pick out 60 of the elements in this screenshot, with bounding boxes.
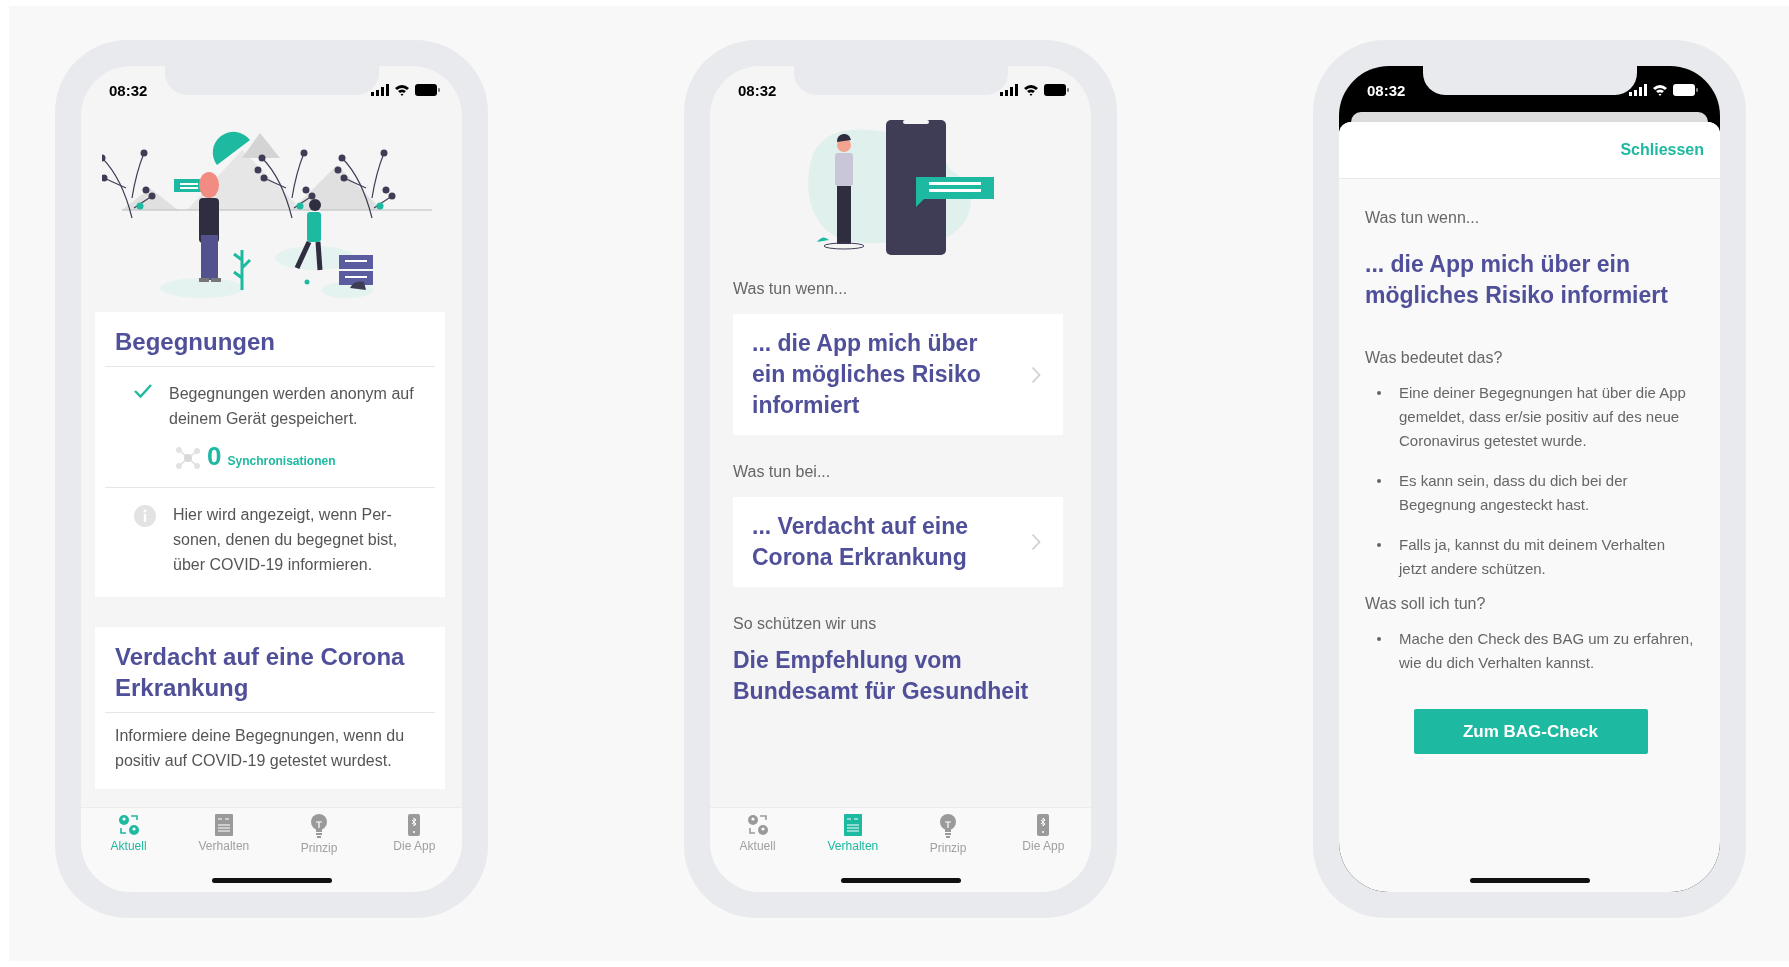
card-title: Verdacht auf eine Corona Erkrankung (114, 642, 406, 703)
bullet-icon (1377, 543, 1381, 547)
network-icon (175, 445, 201, 470)
bullet-text: Es kann sein, dass du dich bei der Begegnung angesteckt hast. (1399, 471, 1629, 515)
battery-icon (415, 84, 440, 96)
wifi-icon (1652, 84, 1668, 96)
chevron-icon (1031, 365, 1041, 384)
topic-card[interactable]: ... Verdacht auf eine Corona Erkrankung (733, 497, 1063, 587)
signal-icon (1629, 84, 1647, 96)
tab[interactable]: Die App (995, 814, 1091, 855)
tab[interactable]: Prinzip (900, 814, 996, 855)
checklist-icon (214, 814, 233, 836)
tab[interactable]: Verhalten (805, 814, 901, 855)
close-link[interactable]: Schliessen (1620, 141, 1704, 159)
status-text: Begegnungen werden anonym auf deinem Gerät gespeichert. (169, 384, 415, 429)
lightbulb-icon (939, 814, 958, 838)
people-swap-icon (117, 814, 140, 836)
tab[interactable]: Aktuell (81, 814, 177, 855)
bullet-text: Mache den Check des BAG um zu erfahren, wie du dich Verhalten kannst. (1399, 629, 1695, 673)
wifi-icon (394, 84, 410, 96)
info-text: Hier wird angezeigt, wenn Per-sonen, denen du begegnet bist, über COVID-19 informieren. (173, 505, 399, 575)
wifi-icon (1023, 84, 1039, 96)
clock-time: 08:32 (109, 81, 148, 99)
people-swap-icon (746, 814, 769, 836)
checklist-icon (843, 814, 862, 836)
bullet-icon (1377, 391, 1381, 395)
tab[interactable]: Prinzip (271, 814, 367, 855)
tab[interactable]: Die App (366, 814, 462, 855)
sync-label: Synchronisationen (227, 454, 336, 468)
sync-count: 0 (207, 441, 222, 472)
tab[interactable]: Verhalten (176, 814, 272, 855)
group-heading: Was soll ich tun? (1365, 595, 1487, 613)
phone-icon (408, 814, 421, 836)
chevron-icon (1031, 533, 1041, 551)
card-title: Begegnungen (114, 327, 276, 357)
section-caption: So schützen wir uns (733, 615, 878, 633)
battery-icon (1673, 84, 1698, 96)
section-caption: Was tun wenn... (733, 280, 849, 298)
clock-time: 08:32 (738, 81, 777, 99)
group-heading: Was bedeutet das? (1365, 349, 1504, 367)
bag-check-button[interactable]: Zum BAG-Check (1413, 709, 1648, 754)
clock-time: 08:32 (1367, 81, 1406, 99)
battery-icon (1044, 84, 1069, 96)
section-caption: Was tun bei... (733, 463, 832, 481)
detail-title: ... die App mich über ein mögliches Risiko informiert (1365, 250, 1669, 310)
signal-icon (371, 84, 389, 96)
bullet-text: Eine deiner Begegnungen hat über die App gemeldet, dass er/sie positiv auf des neue Coronavirus getestet wurde. (1399, 383, 1687, 451)
signal-icon (1000, 84, 1018, 96)
tab[interactable]: Aktuell (710, 814, 806, 855)
info-icon (133, 504, 157, 528)
card-text: Informiere deine Begegnungen, wenn du positiv auf COVID-19 getestet wurdest. (114, 726, 406, 771)
bullet-text: Falls ja, kannst du mit deinem Verhalten jetzt andere schützen. (1399, 535, 1666, 579)
section-caption: Was tun wenn... (1365, 209, 1481, 227)
section-heading: Die Empfehlung vom Bundesamt für Gesundheit (733, 646, 1030, 706)
bullet-icon (1377, 637, 1381, 641)
checkmark-icon (133, 383, 153, 399)
phone-icon (1037, 814, 1050, 836)
bullet-icon (1377, 479, 1381, 483)
lightbulb-icon (310, 814, 329, 838)
topic-card[interactable]: ... die App mich über ein mögliches Risiko informiert (733, 314, 1063, 435)
